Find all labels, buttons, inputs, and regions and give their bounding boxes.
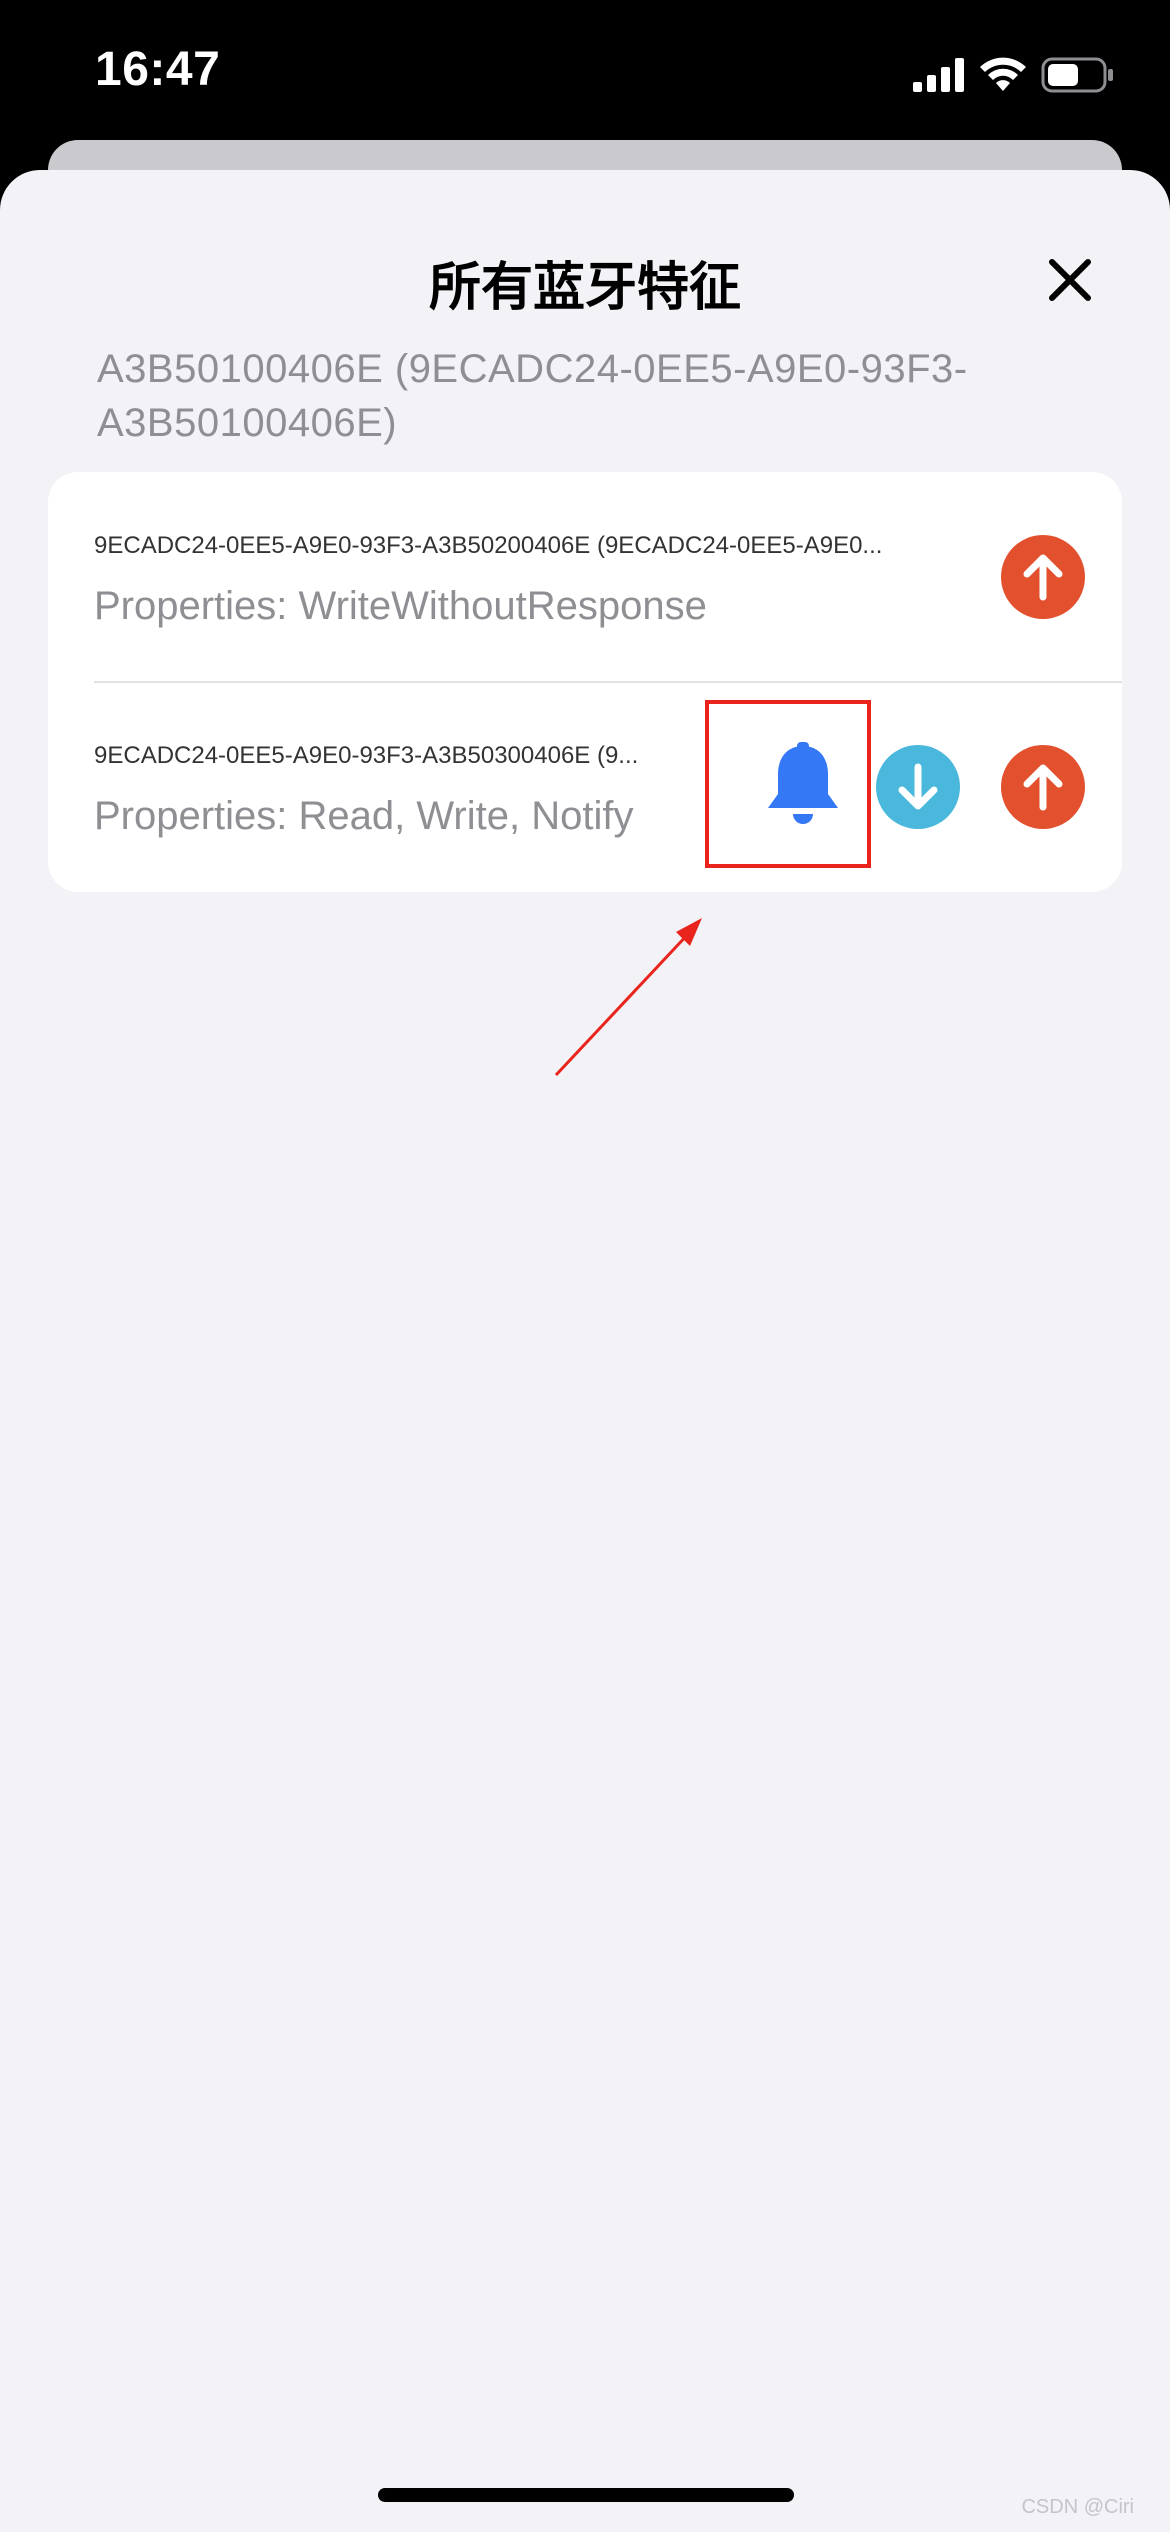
characteristic-row: 9ECADC24-0EE5-A9E0-93F3-A3B50200406E (9E… [48, 472, 1122, 682]
characteristic-uuid: 9ECADC24-0EE5-A9E0-93F3-A3B50300406E (9.… [94, 742, 639, 769]
status-icons [913, 54, 1115, 96]
arrow-down-icon [898, 763, 938, 810]
characteristic-uuid: 9ECADC24-0EE5-A9E0-93F3-A3B50200406E (9E… [94, 532, 883, 559]
wifi-icon [980, 57, 1026, 91]
characteristics-list: 9ECADC24-0EE5-A9E0-93F3-A3B50200406E (9E… [48, 472, 1122, 892]
close-button[interactable] [1046, 256, 1094, 304]
arrow-up-icon [1023, 554, 1063, 601]
home-indicator [378, 2488, 794, 2502]
service-subtitle: A3B50100406E (9ECADC24-0EE5-A9E0-93F3-A3… [97, 347, 968, 445]
battery-icon [1041, 57, 1113, 93]
characteristic-row: 9ECADC24-0EE5-A9E0-93F3-A3B50300406E (9.… [48, 682, 1122, 892]
characteristic-properties: Properties: Read, Write, Notify [94, 794, 634, 838]
watermark: CSDN @Ciri [1021, 2496, 1134, 2518]
write-button[interactable] [1001, 535, 1085, 619]
cellular-signal-icon [913, 58, 964, 92]
sheet-title: 所有蓝牙特征 [428, 258, 741, 318]
read-button[interactable] [876, 745, 960, 829]
close-icon [1049, 259, 1091, 301]
status-bar: 16:47 [0, 0, 1170, 150]
notify-button[interactable] [748, 730, 858, 840]
characteristics-sheet: 所有蓝牙特征 A3B50100406E (9ECADC24-0EE5-A9E0-… [0, 170, 1170, 2532]
write-button[interactable] [1001, 745, 1085, 829]
bell-icon [768, 742, 838, 824]
characteristic-properties: Properties: WriteWithoutResponse [94, 584, 707, 628]
arrow-up-icon [1023, 764, 1063, 811]
status-time: 16:47 [95, 43, 221, 96]
